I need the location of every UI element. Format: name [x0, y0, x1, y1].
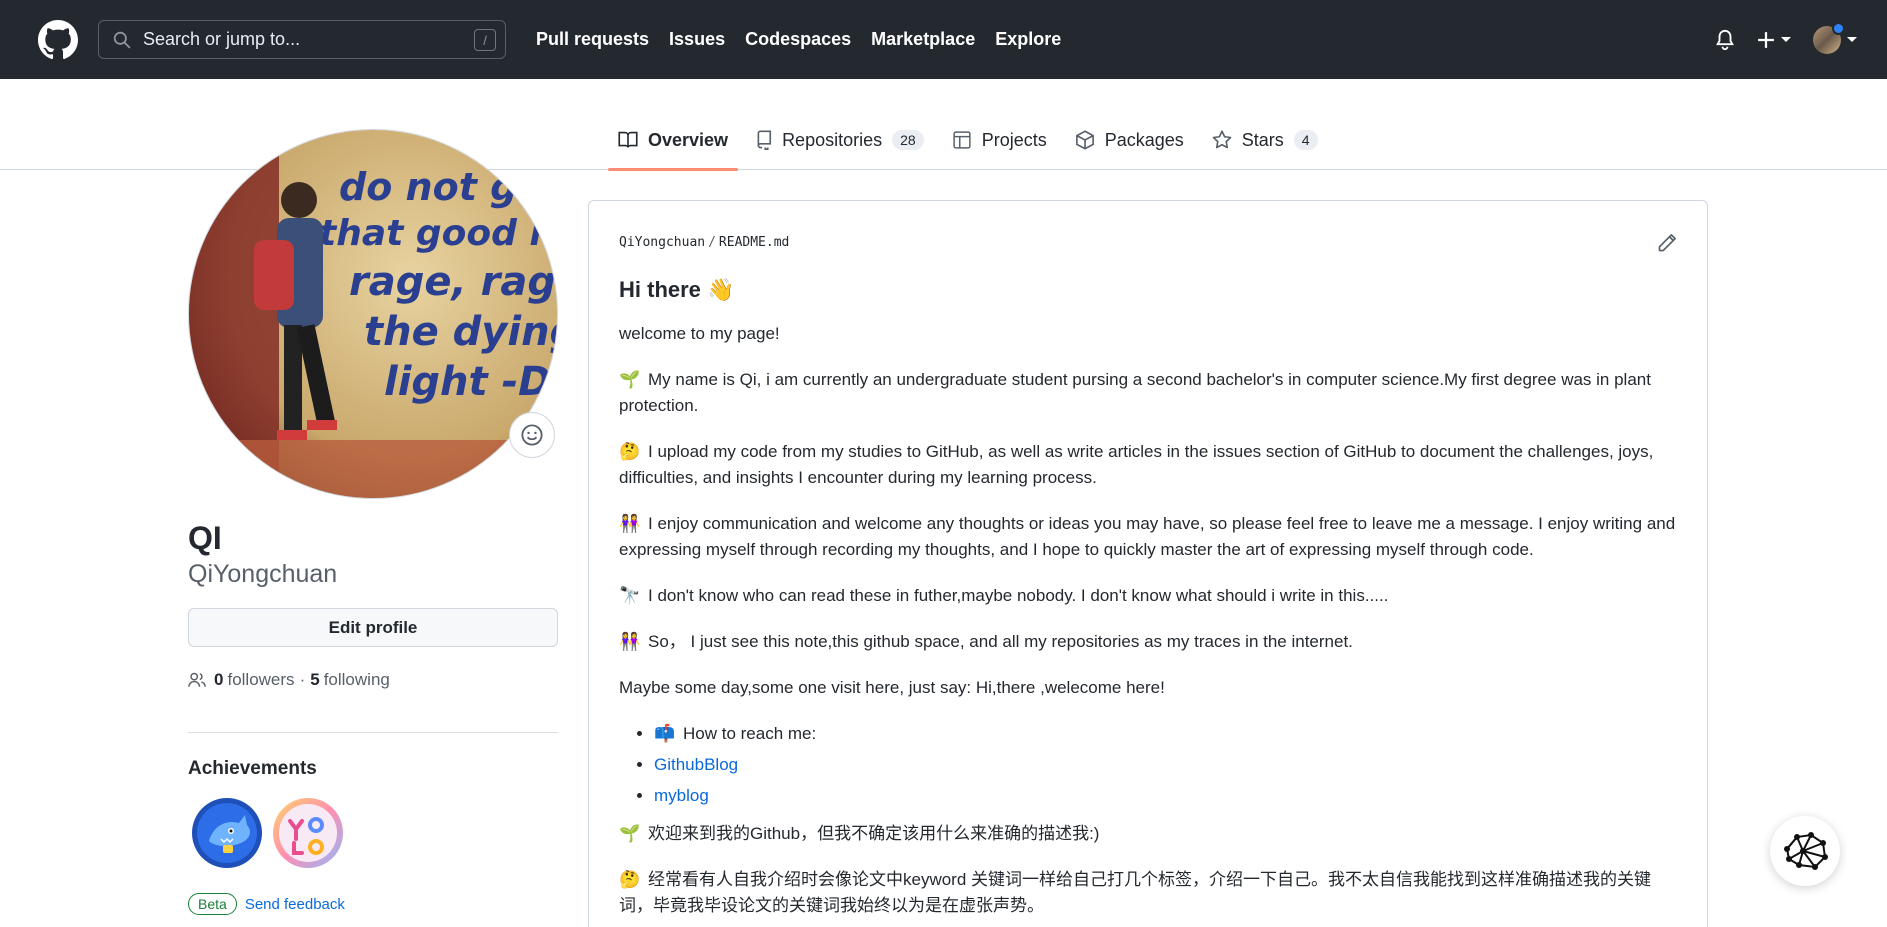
people-icon [188, 672, 206, 687]
profile-avatar[interactable]: do not go g that good nig rage, rage ag … [188, 129, 558, 499]
tab-label: Packages [1104, 129, 1184, 150]
search-placeholder: Search or jump to... [143, 29, 301, 49]
tab-label: Overview [648, 129, 729, 150]
separator-dot: · [299, 670, 306, 689]
followers-count[interactable]: 0 [214, 670, 223, 690]
achievements-title[interactable]: Achievements [188, 758, 317, 780]
chevron-down-icon [1781, 37, 1791, 42]
readme-paragraph: 🌱 My name is Qi, i am currently an underg… [619, 367, 1677, 419]
network-graph-icon [1784, 832, 1828, 870]
list-item: myblog [654, 783, 1677, 809]
readme-paragraph: 🤔 I upload my code from my studies to Git… [619, 439, 1677, 491]
readme-paragraph: 🤔 经常看有人自我介绍时会像论文中keyword 关键词一样给自己打几个标签，介绍… [619, 867, 1677, 919]
user-menu-button[interactable] [1813, 21, 1857, 54]
thinking-face-icon: 🤔 [619, 870, 641, 889]
githubblog-link[interactable]: GithubBlog [654, 755, 738, 774]
floating-assistant-button[interactable] [1770, 816, 1840, 886]
star-icon [1212, 130, 1232, 149]
edit-profile-button[interactable]: Edit profile [188, 608, 558, 647]
tab-packages[interactable]: Packages [1065, 123, 1194, 169]
readme-paragraph: welcome to my page! [619, 324, 780, 343]
nav-pull-requests[interactable]: Pull requests [536, 29, 649, 50]
create-new-button[interactable] [1757, 31, 1791, 49]
search-shortcut-key: / [474, 29, 496, 51]
seedling-icon: 🌱 [619, 824, 641, 843]
readme-paragraph: 👭 So， I just see this note,this github sp… [619, 629, 1677, 655]
readme-paragraph: 🔭 I don't know who can read these in futh… [619, 583, 1677, 609]
nav-marketplace[interactable]: Marketplace [871, 29, 975, 50]
myblog-link[interactable]: myblog [654, 786, 709, 805]
package-icon [1075, 130, 1094, 150]
smiley-icon [521, 424, 543, 446]
header-actions [1715, 0, 1857, 79]
tab-label: Projects [981, 129, 1047, 150]
readme-file-link[interactable]: README.md [719, 235, 789, 250]
github-logo-icon[interactable] [38, 20, 78, 60]
svg-text:light -Dylan: light -Dylan [384, 359, 558, 405]
followers-link[interactable]: followers [227, 670, 294, 690]
repositories-count-badge: 28 [892, 130, 924, 150]
readme-owner-link[interactable]: QiYongchuan [619, 235, 705, 250]
nav-issues[interactable]: Issues [669, 29, 725, 50]
tab-repositories[interactable]: Repositories 28 [746, 123, 934, 169]
global-header: Search or jump to... / Pull requests Iss… [0, 0, 1887, 79]
table-icon [953, 131, 971, 149]
list-item: 📫How to reach me: [654, 721, 1677, 747]
pencil-icon[interactable] [1657, 233, 1677, 253]
tab-stars[interactable]: Stars 4 [1202, 123, 1328, 169]
thinking-face-icon: 🤔 [619, 442, 641, 461]
profile-name: QI [188, 520, 222, 556]
profile-tabs: Overview Repositories 28 Projects Packag… [608, 123, 1336, 171]
nav-explore[interactable]: Explore [995, 29, 1061, 50]
people-icon: 👭 [619, 514, 641, 533]
svg-text:rage, rage ag: rage, rage ag [349, 259, 558, 305]
set-status-button[interactable] [509, 412, 555, 458]
repo-icon [757, 130, 772, 150]
sidebar-divider [188, 732, 558, 733]
readme-card: QiYongchuan / README.md Hi there 👋 welcome… [588, 200, 1708, 927]
send-feedback-link[interactable]: Send feedback [245, 896, 345, 913]
following-link[interactable]: following [324, 670, 390, 690]
people-icon: 👭 [619, 632, 641, 651]
readme-content: Hi there 👋 welcome to my page! 🌱 My name … [619, 275, 1677, 927]
notification-dot [1832, 21, 1845, 35]
search-icon [113, 31, 131, 49]
search-input[interactable]: Search or jump to... / [98, 20, 506, 59]
achievements-beta-row: Beta Send feedback [188, 893, 345, 915]
mailbox-icon: 📫 [654, 724, 676, 743]
svg-text:do not go g: do not go g [339, 165, 558, 209]
contact-list: 📫How to reach me: GithubBlog myblog [654, 721, 1677, 809]
tab-label: Repositories [782, 129, 883, 150]
plus-icon [1758, 31, 1774, 48]
global-nav: Pull requests Issues Codespaces Marketpl… [536, 0, 1061, 79]
yolo-badge-icon[interactable] [272, 797, 344, 869]
tab-label: Stars [1241, 129, 1284, 150]
readme-paragraph: 👭 I enjoy communication and welcome any t… [619, 511, 1677, 563]
bell-icon[interactable] [1715, 29, 1735, 51]
list-item: GithubBlog [654, 752, 1677, 778]
readme-heading: Hi there 👋 [619, 277, 735, 302]
avatar-image: do not go g that good nig rage, rage ag … [189, 130, 558, 498]
beta-badge: Beta [188, 893, 237, 915]
avatar [1813, 21, 1845, 54]
follow-stats: 0 followers · 5 following [188, 670, 390, 690]
telescope-icon: 🔭 [619, 586, 641, 605]
svg-text:that good nig: that good nig [319, 213, 558, 254]
book-icon [618, 131, 638, 148]
pull-shark-badge-icon[interactable] [191, 797, 263, 869]
profile-login: QiYongchuan [188, 560, 338, 588]
chevron-down-icon [1847, 37, 1857, 42]
readme-breadcrumb: QiYongchuan / README.md [619, 235, 790, 250]
seedling-icon: 🌱 [619, 370, 641, 389]
tab-overview[interactable]: Overview [608, 123, 739, 171]
svg-text:the dying of t: the dying of t [364, 309, 558, 355]
stars-count-badge: 4 [1293, 130, 1318, 150]
following-count[interactable]: 5 [310, 670, 319, 690]
nav-codespaces[interactable]: Codespaces [745, 29, 851, 50]
readme-paragraph: Maybe some day,some one visit here, just… [619, 678, 1165, 697]
readme-paragraph: 🌱 欢迎来到我的Github，但我不确定该用什么来准确的描述我:) [619, 821, 1677, 847]
tab-projects[interactable]: Projects [942, 123, 1057, 169]
